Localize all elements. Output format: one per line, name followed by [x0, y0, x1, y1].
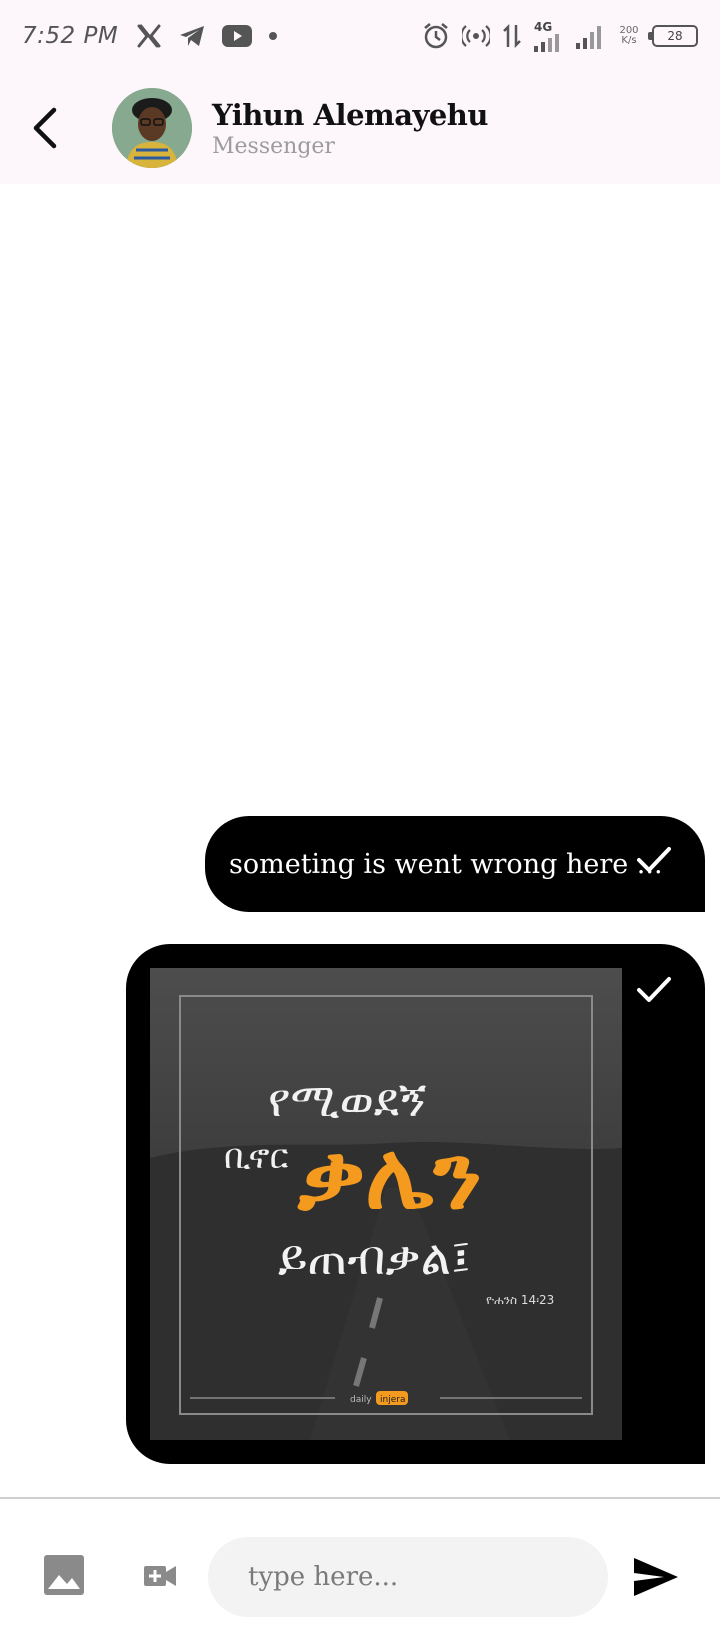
- hotspot-icon: [462, 23, 490, 49]
- svg-text:ዮሐንስ 14፡23: ዮሐንስ 14፡23: [486, 1293, 554, 1307]
- system-icons: 4G 200 K/s 28: [422, 0, 698, 72]
- message-bubble-text[interactable]: someting is went wrong here ...: [205, 816, 705, 912]
- message-input[interactable]: [208, 1537, 608, 1617]
- network-type-label: 4G: [534, 20, 553, 34]
- svg-text:ቃሌን: ቃሌን: [297, 1123, 482, 1230]
- video-add-icon: [144, 1566, 176, 1586]
- chevron-left-icon: [33, 107, 57, 149]
- send-button[interactable]: [632, 1554, 680, 1600]
- chat-header: Yihun Alemayehu Messenger: [0, 72, 720, 184]
- message-image[interactable]: የሚወደኝ ቢኖር ቃሌን ይጠብቃል፤ ዮሐንስ 14፡23 daily in…: [150, 968, 622, 1440]
- video-button[interactable]: [142, 1558, 178, 1594]
- alarm-icon: [422, 22, 450, 50]
- network-speed: 200 K/s: [618, 26, 640, 46]
- avatar[interactable]: [112, 88, 192, 168]
- data-transfer-icon: [502, 23, 522, 49]
- svg-text:daily: daily: [350, 1395, 372, 1405]
- back-button[interactable]: [22, 102, 68, 154]
- youtube-icon: [222, 25, 253, 47]
- svg-text:የሚወደኝ: የሚወደኝ: [268, 1073, 426, 1127]
- network-speed-unit: K/s: [621, 35, 637, 46]
- status-time: 7:52 PM: [22, 23, 119, 49]
- battery-level: 28: [667, 29, 683, 43]
- svg-text:ቢኖር: ቢኖር: [224, 1137, 289, 1177]
- svg-text:ይጠብቃል፤: ይጠብቃል፤: [278, 1230, 471, 1286]
- check-icon: [636, 976, 672, 1008]
- x-app-icon: [136, 23, 162, 49]
- composer-divider: [0, 1497, 720, 1499]
- status-bar: 7:52 PM 4G 200 K/s 28: [0, 0, 720, 72]
- notification-icons: [136, 23, 278, 49]
- contact-subtitle: Messenger: [212, 134, 335, 159]
- more-notifications-dot-icon: [268, 31, 278, 41]
- signal-bars-icon: [576, 23, 606, 49]
- send-icon: [634, 1558, 678, 1596]
- message-text: someting is went wrong here ...: [229, 848, 663, 880]
- signal-4g-icon: 4G: [534, 20, 564, 52]
- svg-text:injera: injera: [380, 1395, 405, 1405]
- check-icon: [636, 846, 672, 878]
- contact-name: Yihun Alemayehu: [212, 98, 488, 132]
- gallery-button[interactable]: [42, 1553, 86, 1597]
- image-icon: [44, 1555, 84, 1595]
- battery-icon: 28: [648, 25, 698, 47]
- telegram-icon: [178, 23, 206, 49]
